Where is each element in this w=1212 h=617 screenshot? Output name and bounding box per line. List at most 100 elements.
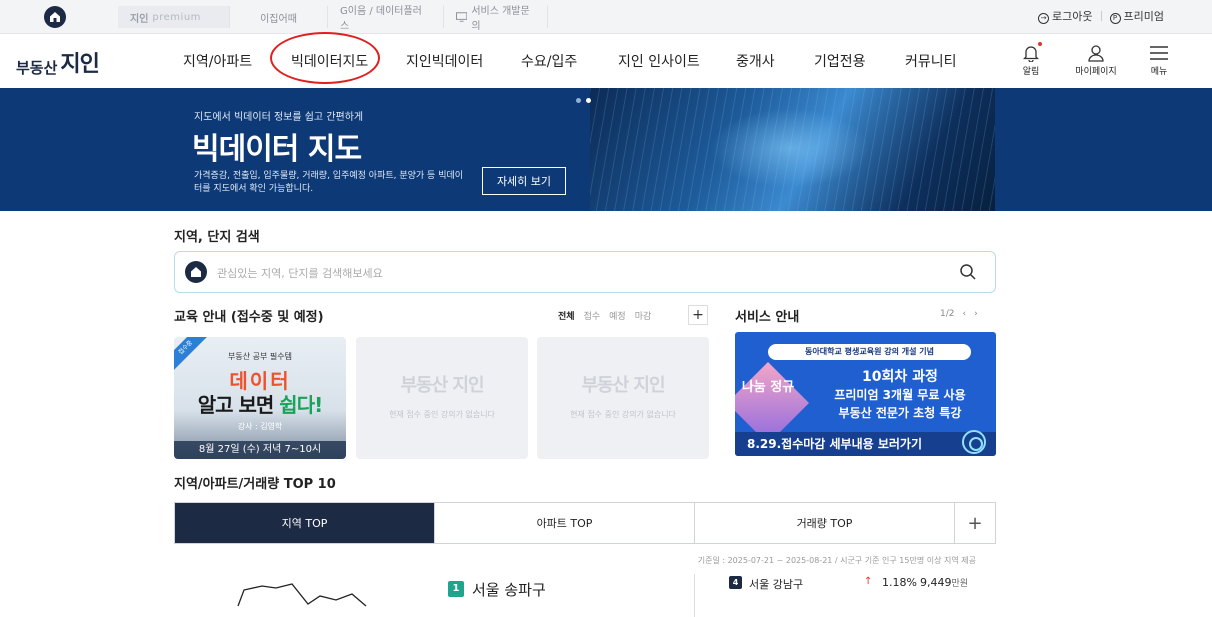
carousel-dot[interactable] bbox=[576, 98, 581, 103]
top10-tabs: 지역 TOP 아파트 TOP 거래량 TOP + bbox=[174, 502, 996, 544]
top10-more-button[interactable]: + bbox=[955, 503, 995, 543]
tab-dev-inquiry-label: 서비스 개발문의 bbox=[471, 6, 530, 32]
alarm-dot bbox=[1038, 42, 1042, 46]
pager-count: 1/2 bbox=[940, 309, 955, 319]
rank4-price: 9,449만원 bbox=[920, 576, 969, 589]
filter-closed[interactable]: 마감 bbox=[635, 309, 652, 322]
filter-upcoming[interactable]: 예정 bbox=[609, 309, 626, 322]
education-more-button[interactable]: + bbox=[688, 305, 708, 325]
promo-date: 8월 27일 (수) 저녁 7~10시 bbox=[174, 441, 346, 459]
menu-button[interactable]: 메뉴 bbox=[1129, 44, 1189, 77]
touch-icon bbox=[962, 430, 986, 454]
alarm-label: 알림 bbox=[1022, 67, 1040, 77]
rank-badge: 1 bbox=[448, 581, 464, 597]
chevron-right-icon[interactable]: › bbox=[974, 309, 978, 319]
search-title: 지역, 단지 검색 bbox=[174, 230, 260, 245]
rank1-region[interactable]: 서울 송파구 bbox=[472, 579, 546, 600]
nav-region-apt[interactable]: 지역/아파트 bbox=[183, 51, 252, 71]
search-box[interactable] bbox=[174, 251, 996, 293]
carousel-dot-active[interactable] bbox=[586, 98, 591, 103]
top10-basis-date: 기준일 : 2025-07-21 ~ 2025-08-21 / 시군구 기준 인… bbox=[697, 556, 976, 565]
premium-link[interactable]: P 프리미엄 bbox=[1109, 8, 1164, 24]
logo-prefix: 부동산 bbox=[16, 59, 58, 77]
tab-gieum-label: G이음 / 데이터플러스 bbox=[340, 6, 422, 32]
banner-detail-button[interactable]: 자세히 보기 bbox=[482, 167, 566, 195]
service-line2: 프리미엄 3개월 무료 사용 bbox=[834, 388, 966, 402]
rank4-change: 1.18% bbox=[882, 576, 917, 589]
logout-link[interactable]: → 로그아웃 bbox=[1038, 8, 1093, 24]
trend-sparkline bbox=[237, 583, 367, 607]
service-pill: 동아대학교 평생교육원 강의 개설 기념 bbox=[768, 344, 971, 360]
home-logo-icon[interactable] bbox=[44, 6, 66, 28]
divider bbox=[694, 574, 695, 617]
search-input[interactable] bbox=[217, 262, 917, 284]
nav-jiin-bigdata[interactable]: 지인빅데이터 bbox=[406, 51, 483, 71]
tab-volume-top[interactable]: 거래량 TOP bbox=[695, 503, 955, 543]
service-line1: 10회차 과정 bbox=[862, 369, 938, 385]
promo-lecturer: 강사 : 김영학 bbox=[237, 422, 283, 431]
rank-badge: 4 bbox=[729, 576, 742, 589]
tab-ijib-label: 이집어때 bbox=[260, 13, 297, 25]
nav-insight[interactable]: 지인 인사이트 bbox=[618, 51, 700, 71]
logo-main: 지인 bbox=[60, 52, 99, 77]
filter-all[interactable]: 전체 bbox=[558, 309, 575, 322]
divider bbox=[1100, 11, 1102, 21]
mypage-label: 마이페이지 bbox=[1075, 67, 1117, 77]
premium-icon: P bbox=[1109, 12, 1121, 24]
account-links: → 로그아웃 P 프리미엄 bbox=[1038, 8, 1164, 24]
service-banner[interactable]: 동아대학교 평생교육원 강의 개설 기념 나눔 정규 10회차 과정 프리미엄 … bbox=[735, 332, 996, 456]
tab-ijib[interactable]: 이집어때 bbox=[230, 6, 328, 28]
service-line3: 부동산 전문가 초청 특강 bbox=[838, 406, 962, 420]
nav-broker[interactable]: 중개사 bbox=[736, 51, 775, 71]
banner-kicker: 지도에서 빅데이터 정보를 쉽고 간편하게 bbox=[194, 112, 364, 123]
top10-title: 지역/아파트/거래량 TOP 10 bbox=[174, 477, 336, 492]
service-title: 서비스 안내 bbox=[735, 310, 800, 325]
monitor-icon bbox=[456, 12, 468, 22]
banner-image bbox=[590, 88, 995, 211]
education-card-empty: 부동산 지인 현재 접수 중인 강의가 없습니다 bbox=[537, 337, 709, 459]
arrow-up-icon: ↑ bbox=[864, 576, 873, 587]
tab-gieum[interactable]: G이음 / 데이터플러스 bbox=[328, 6, 444, 32]
diamond-text: 나눔 정규 bbox=[741, 380, 795, 395]
logout-icon: → bbox=[1038, 12, 1050, 24]
nav-highlight-annotation bbox=[270, 32, 380, 84]
alarm-button[interactable]: 알림 bbox=[1001, 44, 1061, 77]
tab-jiin-premium[interactable]: 지인 premium bbox=[118, 6, 230, 28]
education-card-promo[interactable]: 접수중 부동산 공부 필수템 데이터 알고 보면 쉽다! 강사 : 김영학 8월… bbox=[174, 337, 346, 459]
utility-bar: 지인 premium 이집어때 G이음 / 데이터플러스 서비스 개발문의 → 로… bbox=[0, 0, 1212, 34]
empty-message: 현재 접수 중인 강의가 없습니다 bbox=[570, 410, 676, 419]
education-title: 교육 안내 (접수중 및 예정) bbox=[174, 310, 324, 325]
banner-description: 가격증감, 전출입, 입주물량, 거래량, 입주예정 아파트, 분양가 등 빅데… bbox=[194, 171, 464, 194]
bell-icon bbox=[1023, 46, 1039, 62]
main-nav: 부동산 지인 지역/아파트 빅데이터지도 지인빅데이터 수요/입주 지인 인사이… bbox=[0, 34, 1212, 88]
promo-subtitle: 부동산 공부 필수템 bbox=[228, 352, 292, 361]
ghost-logo: 부동산 지인 bbox=[581, 375, 665, 396]
user-icon bbox=[1088, 45, 1104, 62]
education-card-empty: 부동산 지인 현재 접수 중인 강의가 없습니다 bbox=[356, 337, 528, 459]
empty-message: 현재 접수 중인 강의가 없습니다 bbox=[389, 410, 495, 419]
tab-apt-top[interactable]: 아파트 TOP bbox=[435, 503, 695, 543]
nav-community[interactable]: 커뮤니티 bbox=[905, 51, 957, 71]
rank4-region[interactable]: 서울 강남구 bbox=[749, 576, 803, 592]
tab-region-top[interactable]: 지역 TOP bbox=[175, 503, 435, 543]
tab-sub: premium bbox=[152, 11, 201, 23]
ghost-logo: 부동산 지인 bbox=[400, 375, 484, 396]
nav-demand-supply[interactable]: 수요/입주 bbox=[521, 51, 577, 71]
service-bottom-link[interactable]: 8.29.접수마감 세부내용 보러가기 bbox=[735, 432, 996, 456]
filter-open[interactable]: 접수 bbox=[584, 309, 601, 322]
service-pager: 1/2 ‹ › bbox=[940, 309, 978, 319]
tab-dev-inquiry[interactable]: 서비스 개발문의 bbox=[444, 6, 548, 32]
mypage-button[interactable]: 마이페이지 bbox=[1066, 44, 1126, 77]
menu-label: 메뉴 bbox=[1150, 67, 1168, 77]
education-filters: 전체 접수 예정 마감 bbox=[558, 309, 651, 322]
hero-banner[interactable]: 지도에서 빅데이터 정보를 쉽고 간편하게 빅데이터 지도 가격증감, 전출입,… bbox=[0, 88, 1212, 211]
search-icon[interactable] bbox=[959, 263, 977, 281]
jiin-logo-icon bbox=[185, 261, 207, 283]
banner-headline: 빅데이터 지도 bbox=[192, 132, 362, 167]
tab-brand: 지인 bbox=[130, 13, 149, 25]
nav-enterprise[interactable]: 기업전용 bbox=[814, 51, 866, 71]
carousel-dots bbox=[576, 98, 591, 103]
chevron-left-icon[interactable]: ‹ bbox=[962, 309, 966, 319]
site-logo[interactable]: 부동산 지인 bbox=[16, 46, 100, 78]
promo-line2: 알고 보면 쉽다! bbox=[197, 393, 323, 417]
